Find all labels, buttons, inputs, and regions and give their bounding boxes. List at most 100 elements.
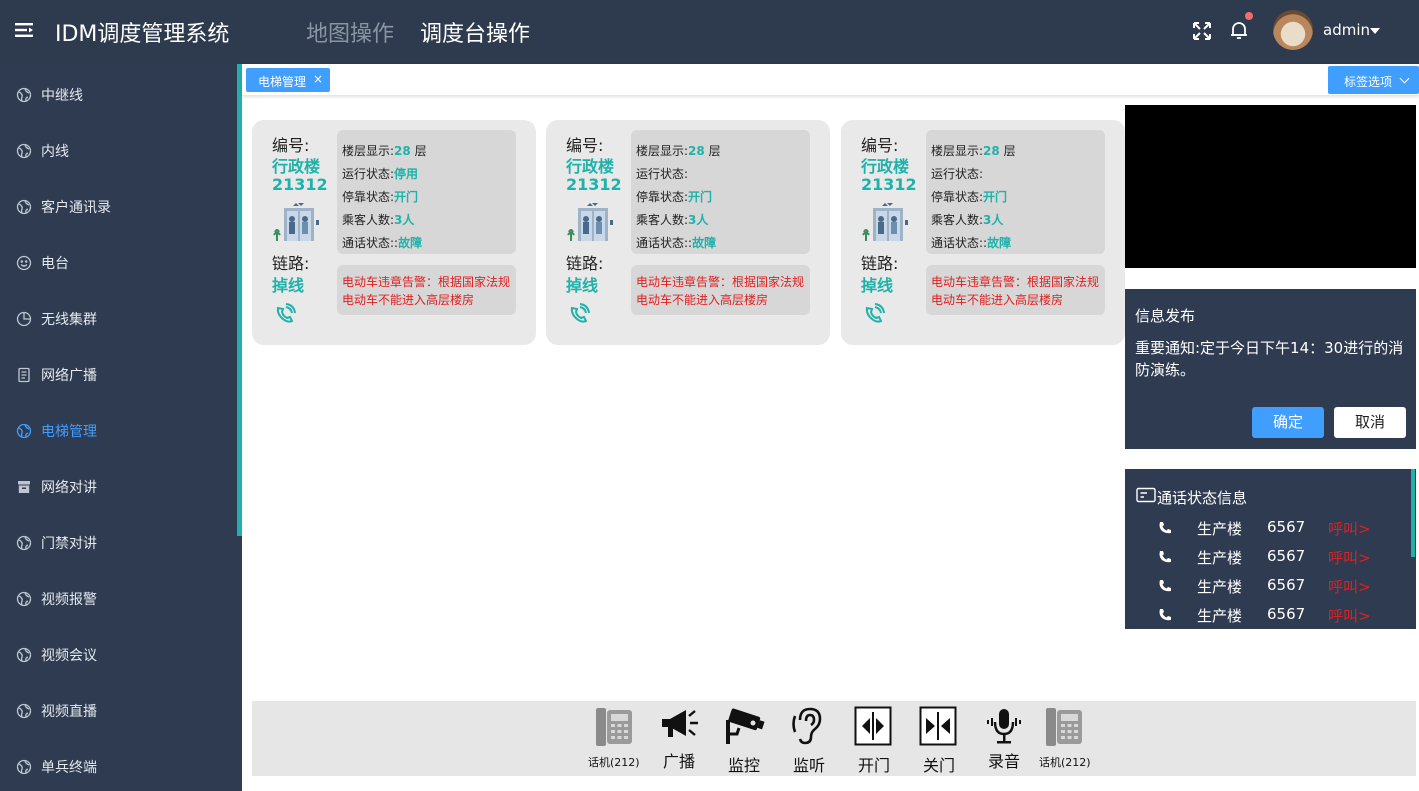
elevator-card[interactable]: 编号: 行政楼 21312 链路: 掉线 楼层显示:28 层 运行状态:停用 停… (252, 120, 536, 345)
elevator-card[interactable]: 编号: 行政楼 21312 链路: 掉线 楼层显示:28 层 运行状态: 停靠状… (841, 120, 1125, 345)
passenger-row: 乘客人数:3人 (342, 213, 415, 227)
tab-dispatch-operation[interactable]: 调度台操作 (420, 16, 530, 48)
sidebar-scrollbar[interactable] (237, 64, 242, 536)
sidebar-item-label: 视频会议 (41, 648, 97, 664)
globe-icon (16, 647, 32, 663)
sidebar-item-trunk-line[interactable]: 中继线 (0, 66, 236, 122)
call-row[interactable]: 生产楼 6567 呼叫> (1125, 515, 1410, 544)
open-door-button[interactable]: 开门 (851, 701, 897, 776)
phone-icon (1159, 522, 1171, 534)
chevron-down-icon (1399, 73, 1410, 84)
top-bar: IDM调度管理系统 地图操作 调度台操作 admin (0, 0, 1419, 64)
fullscreen-icon[interactable] (1192, 21, 1212, 41)
bell-icon[interactable] (1228, 19, 1250, 41)
run-status-row: 运行状态:停用 (342, 167, 419, 181)
floor-row: 楼层显示:28 层 (931, 144, 1016, 158)
listen-button[interactable]: 监听 (786, 701, 832, 776)
phone-icon (1159, 551, 1171, 563)
globe-icon (16, 591, 32, 607)
sidebar-item-wireless-cluster[interactable]: 无线集群 (0, 290, 236, 346)
desk-phone-icon (596, 708, 632, 746)
call-number: 6567 (1267, 605, 1306, 623)
sidebar-item-radio[interactable]: 电台 (0, 234, 236, 290)
run-status-row: 运行状态: (636, 167, 689, 181)
sidebar-item-label: 视频直播 (41, 704, 97, 720)
call-status-row: 通话状态::故障 (342, 236, 423, 250)
call-row[interactable]: 生产楼 6567 呼叫> (1125, 544, 1410, 573)
video-player[interactable] (1125, 105, 1416, 268)
sidebar-item-internal-line[interactable]: 内线 (0, 122, 236, 178)
notification-dot (1245, 12, 1253, 20)
sidebar-item-label: 无线集群 (41, 312, 97, 328)
pie-icon (16, 311, 32, 327)
desk-phone-button[interactable]: 话机(212) (1038, 701, 1094, 776)
card-link-label: 链路: (861, 254, 899, 273)
tool-label: 监听 (793, 756, 826, 775)
sidebar: 中继线 内线 客户通讯录 电台 无线集群 网络广播 电梯管理 网络对讲 门禁对讲… (0, 64, 242, 791)
card-alarm: 电动车违章告警：根据国家法规电动车不能进入高层楼房 (631, 265, 810, 315)
sidebar-item-label: 单兵终端 (41, 760, 97, 776)
sidebar-item-elevator-management[interactable]: 电梯管理 (0, 402, 236, 458)
broadcast-button[interactable]: 广播 (656, 701, 702, 776)
call-number: 6567 (1267, 547, 1306, 565)
call-building: 生产楼 (1197, 520, 1243, 538)
tag-elevator-management[interactable]: 电梯管理 × (246, 68, 330, 92)
card-link-label: 链路: (566, 254, 604, 273)
call-status-row: 通话状态::故障 (931, 236, 1012, 250)
passenger-row: 乘客人数:3人 (636, 213, 709, 227)
tag-options-button[interactable]: 标签选项 (1328, 66, 1419, 94)
card-link-status: 掉线 (566, 276, 599, 295)
card-link-status: 掉线 (861, 276, 894, 295)
tag-options-label: 标签选项 (1344, 75, 1393, 89)
call-building: 生产楼 (1197, 578, 1243, 596)
menu-icon[interactable] (15, 22, 33, 38)
tool-label: 关门 (923, 756, 956, 775)
megaphone-icon (662, 710, 698, 737)
floor-row: 楼层显示:28 层 (342, 144, 427, 158)
sidebar-item-individual-terminal[interactable]: 单兵终端 (0, 738, 236, 791)
passenger-row: 乘客人数:3人 (931, 213, 1004, 227)
call-status[interactable]: 呼叫> (1328, 547, 1371, 568)
avatar[interactable] (1273, 10, 1313, 50)
card-status-panel: 楼层显示:28 层 运行状态: 停靠状态:开门 乘客人数:3人 通话状态::故障 (926, 130, 1105, 254)
card-link-status: 掉线 (272, 276, 305, 295)
desk-phone-button[interactable]: 话机(212) (586, 701, 642, 776)
phone-call-icon[interactable] (274, 303, 296, 325)
sidebar-item-video-alarm[interactable]: 视频报警 (0, 570, 236, 626)
archive-icon (18, 481, 30, 493)
record-button[interactable]: 录音 (981, 701, 1027, 776)
sidebar-item-video-live[interactable]: 视频直播 (0, 682, 236, 738)
phone-icon (1159, 580, 1171, 592)
phone-call-icon[interactable] (863, 303, 885, 325)
desk-phone-icon (1046, 708, 1082, 746)
elevator-card[interactable]: 编号: 行政楼 21312 链路: 掉线 楼层显示:28 层 运行状态: 停靠状… (546, 120, 830, 345)
call-row[interactable]: 生产楼 6567 呼叫> (1125, 573, 1410, 602)
close-door-button[interactable]: 关门 (916, 701, 962, 776)
sidebar-item-contacts[interactable]: 客户通讯录 (0, 178, 236, 234)
caret-down-icon[interactable] (1370, 28, 1380, 34)
cancel-button[interactable]: 取消 (1334, 407, 1406, 438)
elevator-icon (273, 203, 319, 241)
confirm-button[interactable]: 确定 (1252, 407, 1324, 438)
call-list-scrollbar[interactable] (1411, 469, 1415, 557)
card-number: 21312 (861, 175, 917, 194)
sidebar-item-video-conference[interactable]: 视频会议 (0, 626, 236, 682)
monitor-button[interactable]: 监控 (721, 701, 767, 776)
elevator-icon (567, 203, 613, 241)
tags-view-bar: 电梯管理 × 标签选项 (242, 64, 1419, 96)
door-open-icon (854, 706, 892, 746)
sidebar-item-access-intercom[interactable]: 门禁对讲 (0, 514, 236, 570)
call-status[interactable]: 呼叫> (1328, 518, 1371, 539)
call-row[interactable]: 生产楼 6567 呼叫> (1125, 602, 1410, 629)
close-icon[interactable]: × (313, 72, 323, 86)
sidebar-item-network-intercom[interactable]: 网络对讲 (0, 458, 236, 514)
call-status[interactable]: 呼叫> (1328, 576, 1371, 597)
phone-call-icon[interactable] (568, 303, 590, 325)
notice-body: 重要通知:定于今日下午14：30进行的消防演练。 (1135, 339, 1404, 379)
card-link-label: 链路: (272, 254, 310, 273)
call-status-panel: 通话状态信息 生产楼 6567 呼叫> 生产楼 6567 呼叫> 生产楼 656… (1125, 469, 1416, 629)
sidebar-item-network-broadcast[interactable]: 网络广播 (0, 346, 236, 402)
user-name[interactable]: admin (1323, 21, 1370, 39)
call-status[interactable]: 呼叫> (1328, 605, 1371, 626)
tab-map-operation[interactable]: 地图操作 (306, 16, 394, 48)
